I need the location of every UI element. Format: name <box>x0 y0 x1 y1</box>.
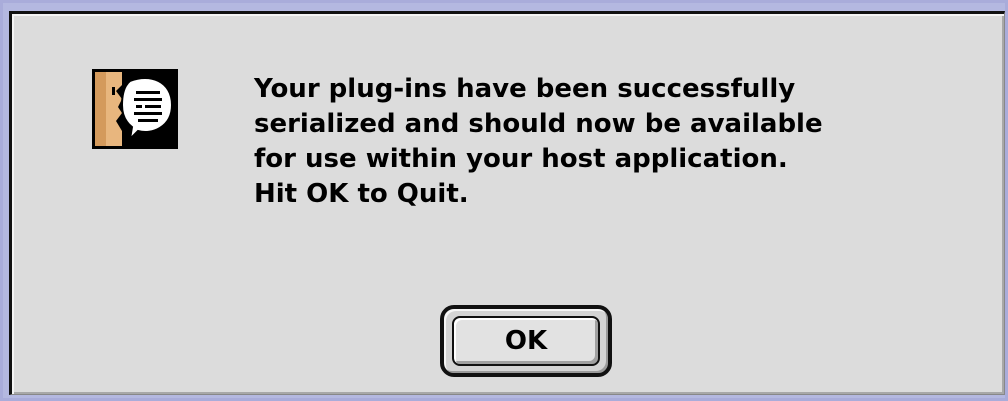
ok-button[interactable]: OK <box>452 316 600 366</box>
default-button-ring: OK <box>440 305 612 377</box>
alert-message-line: serialized and should now be available <box>254 109 823 139</box>
alert-dialog-body: Your plug-ins have been successfully ser… <box>9 11 1005 395</box>
alert-dialog: Your plug-ins have been successfully ser… <box>0 0 1008 401</box>
alert-message-line: Hit OK to Quit. <box>254 179 469 209</box>
alert-message: Your plug-ins have been successfully ser… <box>254 72 974 212</box>
alert-message-line: for use within your host application. <box>254 144 788 174</box>
alert-message-line: Your plug-ins have been successfully <box>254 74 796 104</box>
alert-note-icon <box>92 69 178 149</box>
